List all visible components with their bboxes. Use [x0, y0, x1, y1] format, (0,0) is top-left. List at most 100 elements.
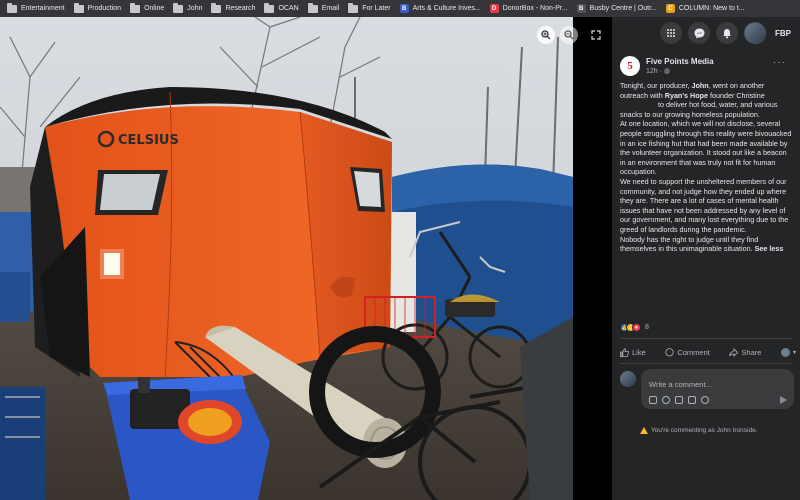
bell-icon [723, 28, 731, 38]
post-photo[interactable]: CELSIUS [0, 17, 573, 500]
folder-icon [307, 2, 318, 13]
bookmark-4[interactable]: Research [208, 0, 261, 17]
page-logo[interactable]: 5 [620, 56, 640, 76]
site-favicon-icon: B [399, 4, 409, 13]
menu-button[interactable] [660, 22, 682, 44]
camera-icon[interactable] [675, 396, 683, 404]
thumbs-up-icon [620, 347, 629, 357]
reactions-summary[interactable]: 👍 ☺ ♥ 8 [620, 323, 649, 332]
profile-switch-label[interactable]: FBP [772, 25, 794, 42]
post-timestamp[interactable]: 12h · ◍ [646, 67, 714, 75]
folder-icon [130, 2, 141, 13]
site-favicon-icon: D [489, 4, 499, 13]
bookmark-5[interactable]: OCAN [261, 0, 304, 17]
tent-brand-text: CELSIUS [118, 133, 179, 148]
share-as-selector[interactable]: ▾ [780, 347, 796, 357]
folder-icon [211, 2, 222, 13]
bookmark-3[interactable]: John [170, 0, 208, 17]
top-bar: FBP [612, 17, 800, 49]
bookmark-7[interactable]: For Later [345, 0, 396, 17]
comment-tools [649, 396, 709, 404]
share-icon [729, 347, 739, 357]
post-paragraph-1: Tonight, our producer, John, went on ano… [620, 81, 794, 119]
bookmark-label: Production [87, 5, 122, 12]
bookmark-label: Email [321, 5, 340, 12]
bookmark-label: Busby Centre | Outr... [589, 5, 657, 12]
zoom-in-button[interactable] [537, 26, 555, 44]
comment-box[interactable] [641, 369, 794, 409]
bookmark-label: DonorBox - Non-Pr... [502, 5, 568, 12]
send-icon[interactable] [780, 396, 787, 404]
share-as-avatar [780, 347, 790, 357]
post-paragraph-4: Nobody has the right to judge until they… [620, 235, 794, 254]
bookmark-label: Research [225, 5, 256, 12]
like-label: Like [632, 347, 646, 357]
zoom-in-icon [541, 30, 551, 40]
photo-illustration: CELSIUS [0, 17, 573, 500]
comment-composer [620, 369, 796, 409]
comment-button[interactable]: Comment [665, 348, 710, 357]
divider [620, 338, 792, 339]
mention-john[interactable]: John [692, 81, 709, 90]
zoom-out-button[interactable] [560, 26, 578, 44]
bookmark-1[interactable]: Production [71, 0, 127, 17]
bookmark-label: Entertainment [21, 5, 65, 12]
bookmark-label: Online [144, 5, 165, 12]
bookmark-9[interactable]: D DonorBox - Non-Pr... [487, 0, 574, 17]
folder-icon [7, 2, 17, 13]
page-name-link[interactable]: Five Points Media [646, 57, 714, 66]
gif-icon[interactable] [688, 396, 696, 404]
zoom-out-icon [564, 30, 574, 40]
expand-icon [591, 30, 601, 40]
more-options-icon[interactable]: ··· [773, 57, 786, 68]
profile-avatar[interactable] [744, 22, 766, 44]
reaction-count: 8 [645, 324, 649, 331]
comment-label: Comment [677, 347, 710, 357]
mention-ryans-hope[interactable]: Ryan's Hope [665, 91, 708, 100]
commenter-avatar [620, 371, 636, 387]
like-button[interactable]: Like [620, 348, 646, 357]
folder-icon [348, 2, 359, 13]
bookmark-6[interactable]: Email [305, 0, 346, 17]
post-panel: FBP 5 Five Points Media 12h · ◍ ··· Toni… [612, 17, 800, 500]
comment-input[interactable] [649, 380, 779, 389]
love-reaction-icon: ♥ [632, 323, 641, 332]
see-less-link[interactable]: See less [755, 244, 784, 253]
bookmark-10[interactable]: B Busby Centre | Outr... [574, 0, 663, 17]
bookmark-0[interactable]: Entertainment [4, 0, 71, 17]
globe-icon: ◍ [663, 68, 671, 75]
bookmark-label: COLUMN: New to t... [678, 5, 745, 12]
folder-icon [73, 2, 84, 13]
text-run: to deliver hot food, water, and various … [620, 100, 778, 119]
bookmark-label: John [187, 5, 203, 12]
share-button[interactable]: Share [729, 348, 761, 357]
grid-menu-icon [667, 29, 675, 37]
folder-icon [264, 2, 275, 13]
folder-icon [173, 2, 184, 13]
bookmark-label: OCAN [278, 5, 299, 12]
bookmark-8[interactable]: B Arts & Culture Inves... [397, 0, 487, 17]
fullscreen-button[interactable] [589, 28, 603, 42]
warning-icon [640, 427, 648, 434]
site-favicon-icon: C [665, 4, 675, 13]
comment-icon [665, 347, 674, 356]
post-paragraph-2: At one location, which we will not discl… [620, 119, 792, 177]
bookmark-2[interactable]: Online [127, 0, 170, 17]
commenting-as-text: You're commenting as John Ironside. [651, 427, 758, 434]
share-label: Share [741, 347, 762, 357]
chevron-down-icon: ▾ [792, 349, 796, 356]
emoji-icon[interactable] [662, 396, 670, 404]
photo-viewer: CELSIUS [0, 17, 612, 500]
bookmark-label: For Later [362, 5, 391, 12]
avatar-sticker-icon[interactable] [701, 396, 709, 404]
post-body: Tonight, our producer, John, went on ano… [620, 81, 794, 254]
bookmark-label: Arts & Culture Inves... [412, 5, 481, 12]
notifications-button[interactable] [716, 22, 738, 44]
post-paragraph-3: We need to support the unsheltered membe… [620, 176, 789, 234]
bookmarks-bar: Entertainment Production Online John Researc… [0, 0, 800, 17]
sticker-icon[interactable] [649, 396, 657, 404]
messenger-button[interactable] [688, 22, 710, 44]
post-actions: Like Comment Share ▾ [620, 342, 796, 362]
bookmark-11[interactable]: C COLUMN: New to t... [663, 0, 751, 17]
post-header: 5 Five Points Media 12h · ◍ ··· [620, 55, 792, 77]
